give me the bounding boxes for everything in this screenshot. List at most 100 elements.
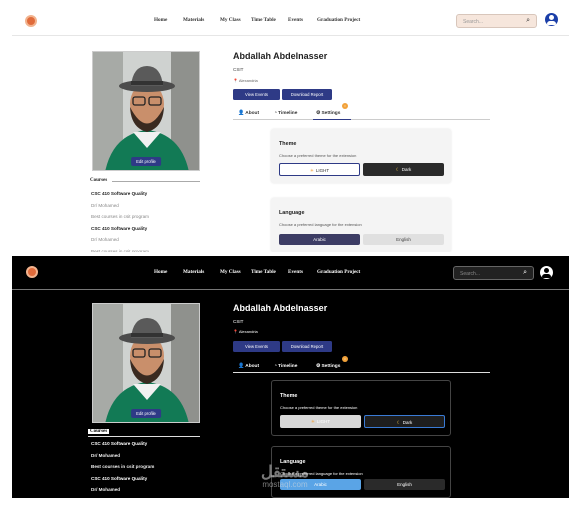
theme-card: Theme Choose a preferred theme for the e… xyxy=(271,380,451,436)
person-icon: 👤 xyxy=(238,363,245,369)
nav-home[interactable]: Home xyxy=(154,269,183,275)
search-icon[interactable]: ⌕ xyxy=(523,269,527,277)
logo-icon[interactable] xyxy=(25,15,37,27)
user-avatar-icon[interactable] xyxy=(545,13,558,26)
tab-about-label: About xyxy=(245,364,260,369)
profile-location: 📍 Alexandria xyxy=(233,329,258,334)
navbar: Home Materials My Class Time Table Event… xyxy=(12,256,569,290)
nav-events[interactable]: Events xyxy=(288,269,317,275)
profile-name: Abdallah Abdelnasser xyxy=(233,303,328,313)
tab-timeline[interactable]: ◔Timeline xyxy=(274,110,297,116)
language-description: Choose a preferred language for the exte… xyxy=(280,471,363,476)
theme-card: Theme Choose a preferred theme for the e… xyxy=(271,129,451,183)
course-detail: Best courses in csit program xyxy=(91,214,149,219)
location-pin-icon: 📍 xyxy=(233,78,238,83)
tab-settings-label: Settings xyxy=(321,111,341,116)
courses-heading: Courses xyxy=(88,429,110,434)
nav-home[interactable]: Home xyxy=(154,17,183,23)
nav-my-class[interactable]: My Class xyxy=(220,269,251,275)
nav-time-table[interactable]: Time Table xyxy=(251,269,288,275)
tab-timeline[interactable]: ◔Timeline xyxy=(274,363,297,369)
courses-divider xyxy=(88,436,200,437)
download-report-button[interactable]: Download Report xyxy=(282,89,332,100)
nav-time-table[interactable]: Time Table xyxy=(251,17,288,23)
course-title: CSC 410 Software Quality xyxy=(91,191,148,196)
nav-menu: Home Materials My Class Time Table Event… xyxy=(154,269,377,275)
language-description: Choose a preferred language for the exte… xyxy=(279,222,362,227)
download-report-button[interactable]: Download Report xyxy=(282,341,332,352)
tab-timeline-label: Timeline xyxy=(278,111,298,116)
tab-settings[interactable]: ⚙Settings xyxy=(316,110,340,116)
edit-profile-button[interactable]: Edit profile xyxy=(131,409,161,418)
sun-icon: ☀ xyxy=(309,168,314,173)
nav-materials[interactable]: Materials xyxy=(183,269,220,275)
location-text: Alexandria xyxy=(238,329,258,334)
location-pin-icon: 📍 xyxy=(233,329,238,334)
profile-photo-image xyxy=(93,52,199,170)
light-theme-button[interactable]: ☀ LIGHT xyxy=(280,415,361,428)
theme-title: Theme xyxy=(280,393,298,399)
language-title: Language xyxy=(279,210,305,216)
tab-timeline-label: Timeline xyxy=(278,364,298,369)
tab-settings[interactable]: ⚙Settings xyxy=(316,363,340,369)
profile-department: CSIT xyxy=(233,67,244,72)
search-placeholder: Search... xyxy=(460,271,481,277)
english-language-button[interactable]: English xyxy=(363,234,444,245)
location-text: Alexandria xyxy=(238,78,258,83)
light-theme-panel: Home Materials My Class Time Table Event… xyxy=(12,6,569,252)
course-detail: Dr/ Mohamed xyxy=(91,452,121,458)
dark-theme-panel: Home Materials My Class Time Table Event… xyxy=(12,256,569,498)
english-language-button[interactable]: English xyxy=(364,479,445,490)
course-list: CSC 410 Software Quality Dr/ Mohamed Best … xyxy=(91,438,154,496)
nav-my-class[interactable]: My Class xyxy=(220,17,251,23)
course-title: CSC 410 Software Quality xyxy=(91,475,148,481)
theme-description: Choose a preferred theme for the extensi… xyxy=(279,153,357,158)
edit-profile-button[interactable]: Edit profile xyxy=(131,157,161,166)
arabic-language-button[interactable]: Arabic xyxy=(279,234,360,245)
search-placeholder: Search... xyxy=(463,19,484,25)
view-events-button[interactable]: View Events xyxy=(233,89,280,100)
light-label: LIGHT xyxy=(316,419,331,424)
nav-events[interactable]: Events xyxy=(288,17,317,23)
search-input[interactable]: Search... ⌕ xyxy=(456,14,537,28)
clock-icon: ◔ xyxy=(274,363,278,369)
tab-about[interactable]: 👤About xyxy=(238,363,259,369)
search-input[interactable]: Search... ⌕ xyxy=(453,266,534,280)
nav-graduation-project[interactable]: Graduation Project xyxy=(317,269,377,275)
light-theme-button[interactable]: ☀ LIGHT xyxy=(279,163,360,176)
dark-theme-button[interactable]: ☾ Dark xyxy=(363,163,444,176)
course-detail: Dr/ Mohamed xyxy=(91,487,121,492)
dark-label: Dark xyxy=(401,167,412,172)
profile-photo: Edit profile xyxy=(92,51,200,171)
gear-icon: ⚙ xyxy=(316,110,321,116)
tab-about[interactable]: 👤About xyxy=(238,110,259,116)
course-detail: Dr/ Mohamed xyxy=(91,237,119,242)
language-card: Language Choose a preferred language for… xyxy=(271,198,451,252)
nav-materials[interactable]: Materials xyxy=(183,17,220,23)
moon-icon: ☾ xyxy=(395,167,400,172)
course-detail: Dr/ Mohamed xyxy=(91,202,119,208)
logo-icon[interactable] xyxy=(26,266,38,278)
theme-description: Choose a preferred theme for the extensi… xyxy=(280,405,358,410)
moon-icon: ☾ xyxy=(396,420,401,425)
nav-menu: Home Materials My Class Time Table Event… xyxy=(154,17,377,23)
settings-badge: • xyxy=(342,103,348,109)
clock-icon: ◔ xyxy=(274,110,278,116)
gear-icon: ⚙ xyxy=(316,363,321,369)
dark-theme-button[interactable]: ☾ Dark xyxy=(364,415,445,428)
profile-photo-image xyxy=(93,304,199,422)
settings-badge: • xyxy=(342,356,348,362)
user-avatar-icon[interactable] xyxy=(540,266,553,279)
course-detail: Best courses in csit program xyxy=(91,464,155,469)
search-icon[interactable]: ⌕ xyxy=(526,17,530,25)
profile-name: Abdallah Abdelnasser xyxy=(233,51,328,61)
arabic-language-button[interactable]: Arabic xyxy=(280,479,361,490)
language-card: Language Choose a preferred language for… xyxy=(271,446,451,498)
tab-settings-label: Settings xyxy=(321,364,341,369)
tab-about-label: About xyxy=(245,111,260,116)
view-events-button[interactable]: View Events xyxy=(233,341,280,352)
nav-graduation-project[interactable]: Graduation Project xyxy=(317,17,377,23)
language-title: Language xyxy=(280,459,306,465)
dark-label: Dark xyxy=(402,420,413,425)
courses-divider xyxy=(112,181,200,182)
